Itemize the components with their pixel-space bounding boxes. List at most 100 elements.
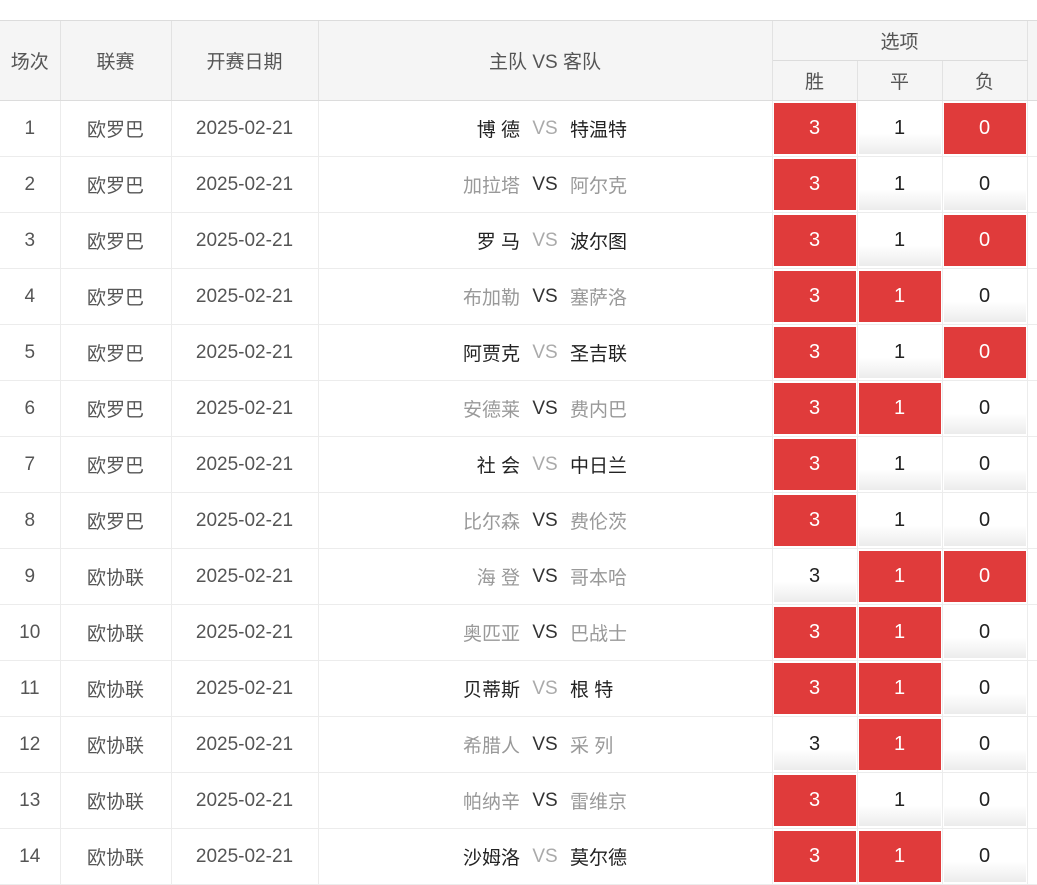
- vs-label: VS: [532, 789, 558, 811]
- match-date: 2025-02-21: [171, 324, 319, 381]
- vs-label: VS: [532, 397, 558, 419]
- win-option-button[interactable]: 3: [773, 719, 856, 770]
- match-date: 2025-02-21: [171, 436, 319, 493]
- lose-option-cell: 0: [942, 772, 1028, 829]
- win-option-cell: 3: [772, 548, 858, 605]
- table-row: 10 欧协联 2025-02-21 奥匹亚 VS 巴战士 3 1 0: [0, 604, 1037, 661]
- win-option-button[interactable]: 3: [773, 159, 856, 210]
- win-option-button[interactable]: 3: [773, 215, 856, 266]
- away-team: 中日兰: [570, 456, 628, 477]
- lose-option-cell: 0: [942, 436, 1028, 493]
- match-teams: 希腊人 VS 采 列: [318, 716, 773, 773]
- table-row: 7 欧罗巴 2025-02-21 社 会 VS 中日兰 3 1 0: [0, 436, 1037, 493]
- lose-option-button[interactable]: 0: [943, 103, 1026, 154]
- lose-option-button[interactable]: 0: [943, 831, 1026, 882]
- win-option-button[interactable]: 3: [773, 663, 856, 714]
- draw-option-button[interactable]: 1: [858, 215, 941, 266]
- lose-option-cell: 0: [942, 380, 1028, 437]
- draw-option-button[interactable]: 1: [858, 831, 941, 882]
- match-index: 11: [0, 660, 61, 717]
- match-date: 2025-02-21: [171, 604, 319, 661]
- draw-option-button[interactable]: 1: [858, 327, 941, 378]
- home-team: 帕纳辛: [462, 792, 520, 813]
- row-tail: [1027, 492, 1037, 549]
- header-index: 场次: [0, 21, 61, 101]
- row-tail: [1027, 772, 1037, 829]
- win-option-button[interactable]: 3: [773, 551, 856, 602]
- header-win: 胜: [772, 60, 858, 101]
- header-tail: [1027, 21, 1037, 101]
- match-teams: 社 会 VS 中日兰: [318, 436, 773, 493]
- match-teams: 比尔森 VS 费伦茨: [318, 492, 773, 549]
- draw-option-button[interactable]: 1: [858, 103, 941, 154]
- header-date: 开赛日期: [171, 21, 319, 101]
- away-team: 圣吉联: [570, 344, 628, 365]
- table-row: 9 欧协联 2025-02-21 海 登 VS 哥本哈 3 1 0: [0, 548, 1037, 605]
- vs-label: VS: [532, 341, 558, 363]
- win-option-button[interactable]: 3: [773, 607, 856, 658]
- draw-option-button[interactable]: 1: [858, 159, 941, 210]
- table-row: 11 欧协联 2025-02-21 贝蒂斯 VS 根 特 3 1 0: [0, 660, 1037, 717]
- lose-option-button[interactable]: 0: [943, 775, 1026, 826]
- vs-label: VS: [532, 621, 558, 643]
- match-date: 2025-02-21: [171, 772, 319, 829]
- lose-option-button[interactable]: 0: [943, 383, 1026, 434]
- win-option-cell: 3: [772, 100, 858, 157]
- match-index: 3: [0, 212, 61, 269]
- draw-option-button[interactable]: 1: [858, 271, 941, 322]
- lose-option-button[interactable]: 0: [943, 215, 1026, 266]
- lose-option-button[interactable]: 0: [943, 495, 1026, 546]
- match-date: 2025-02-21: [171, 156, 319, 213]
- league-name: 欧协联: [60, 548, 172, 605]
- draw-option-button[interactable]: 1: [858, 439, 941, 490]
- win-option-button[interactable]: 3: [773, 103, 856, 154]
- lose-option-button[interactable]: 0: [943, 551, 1026, 602]
- win-option-button[interactable]: 3: [773, 831, 856, 882]
- draw-option-cell: 1: [857, 156, 943, 213]
- league-name: 欧罗巴: [60, 100, 172, 157]
- lose-option-button[interactable]: 0: [943, 439, 1026, 490]
- win-option-button[interactable]: 3: [773, 775, 856, 826]
- lose-option-cell: 0: [942, 268, 1028, 325]
- lose-option-cell: 0: [942, 716, 1028, 773]
- win-option-cell: 3: [772, 828, 858, 885]
- win-option-button[interactable]: 3: [773, 383, 856, 434]
- match-date: 2025-02-21: [171, 492, 319, 549]
- win-option-button[interactable]: 3: [773, 495, 856, 546]
- match-teams: 海 登 VS 哥本哈: [318, 548, 773, 605]
- home-team: 海 登: [476, 568, 520, 589]
- league-name: 欧罗巴: [60, 436, 172, 493]
- header-options-group: 选项: [772, 21, 1028, 61]
- match-index: 5: [0, 324, 61, 381]
- table-header: 场次 联赛 开赛日期 主队 VS 客队 选项 胜 平 负: [0, 21, 1037, 101]
- draw-option-button[interactable]: 1: [858, 551, 941, 602]
- lose-option-button[interactable]: 0: [943, 159, 1026, 210]
- draw-option-button[interactable]: 1: [858, 383, 941, 434]
- draw-option-button[interactable]: 1: [858, 719, 941, 770]
- table-row: 13 欧协联 2025-02-21 帕纳辛 VS 雷维京 3 1 0: [0, 772, 1037, 829]
- win-option-button[interactable]: 3: [773, 439, 856, 490]
- lose-option-button[interactable]: 0: [943, 719, 1026, 770]
- home-team: 奥匹亚: [462, 624, 520, 645]
- lose-option-button[interactable]: 0: [943, 607, 1026, 658]
- match-index: 7: [0, 436, 61, 493]
- table-row: 4 欧罗巴 2025-02-21 布加勒 VS 塞萨洛 3 1 0: [0, 268, 1037, 325]
- win-option-button[interactable]: 3: [773, 271, 856, 322]
- draw-option-button[interactable]: 1: [858, 607, 941, 658]
- lose-option-button[interactable]: 0: [943, 663, 1026, 714]
- win-option-button[interactable]: 3: [773, 327, 856, 378]
- draw-option-button[interactable]: 1: [858, 775, 941, 826]
- row-tail: [1027, 212, 1037, 269]
- lose-option-button[interactable]: 0: [943, 327, 1026, 378]
- draw-option-button[interactable]: 1: [858, 663, 941, 714]
- draw-option-button[interactable]: 1: [858, 495, 941, 546]
- match-index: 4: [0, 268, 61, 325]
- row-tail: [1027, 436, 1037, 493]
- league-name: 欧罗巴: [60, 324, 172, 381]
- match-index: 2: [0, 156, 61, 213]
- row-tail: [1027, 828, 1037, 885]
- lose-option-button[interactable]: 0: [943, 271, 1026, 322]
- vs-label: VS: [532, 733, 558, 755]
- match-index: 14: [0, 828, 61, 885]
- home-team: 社 会: [476, 456, 520, 477]
